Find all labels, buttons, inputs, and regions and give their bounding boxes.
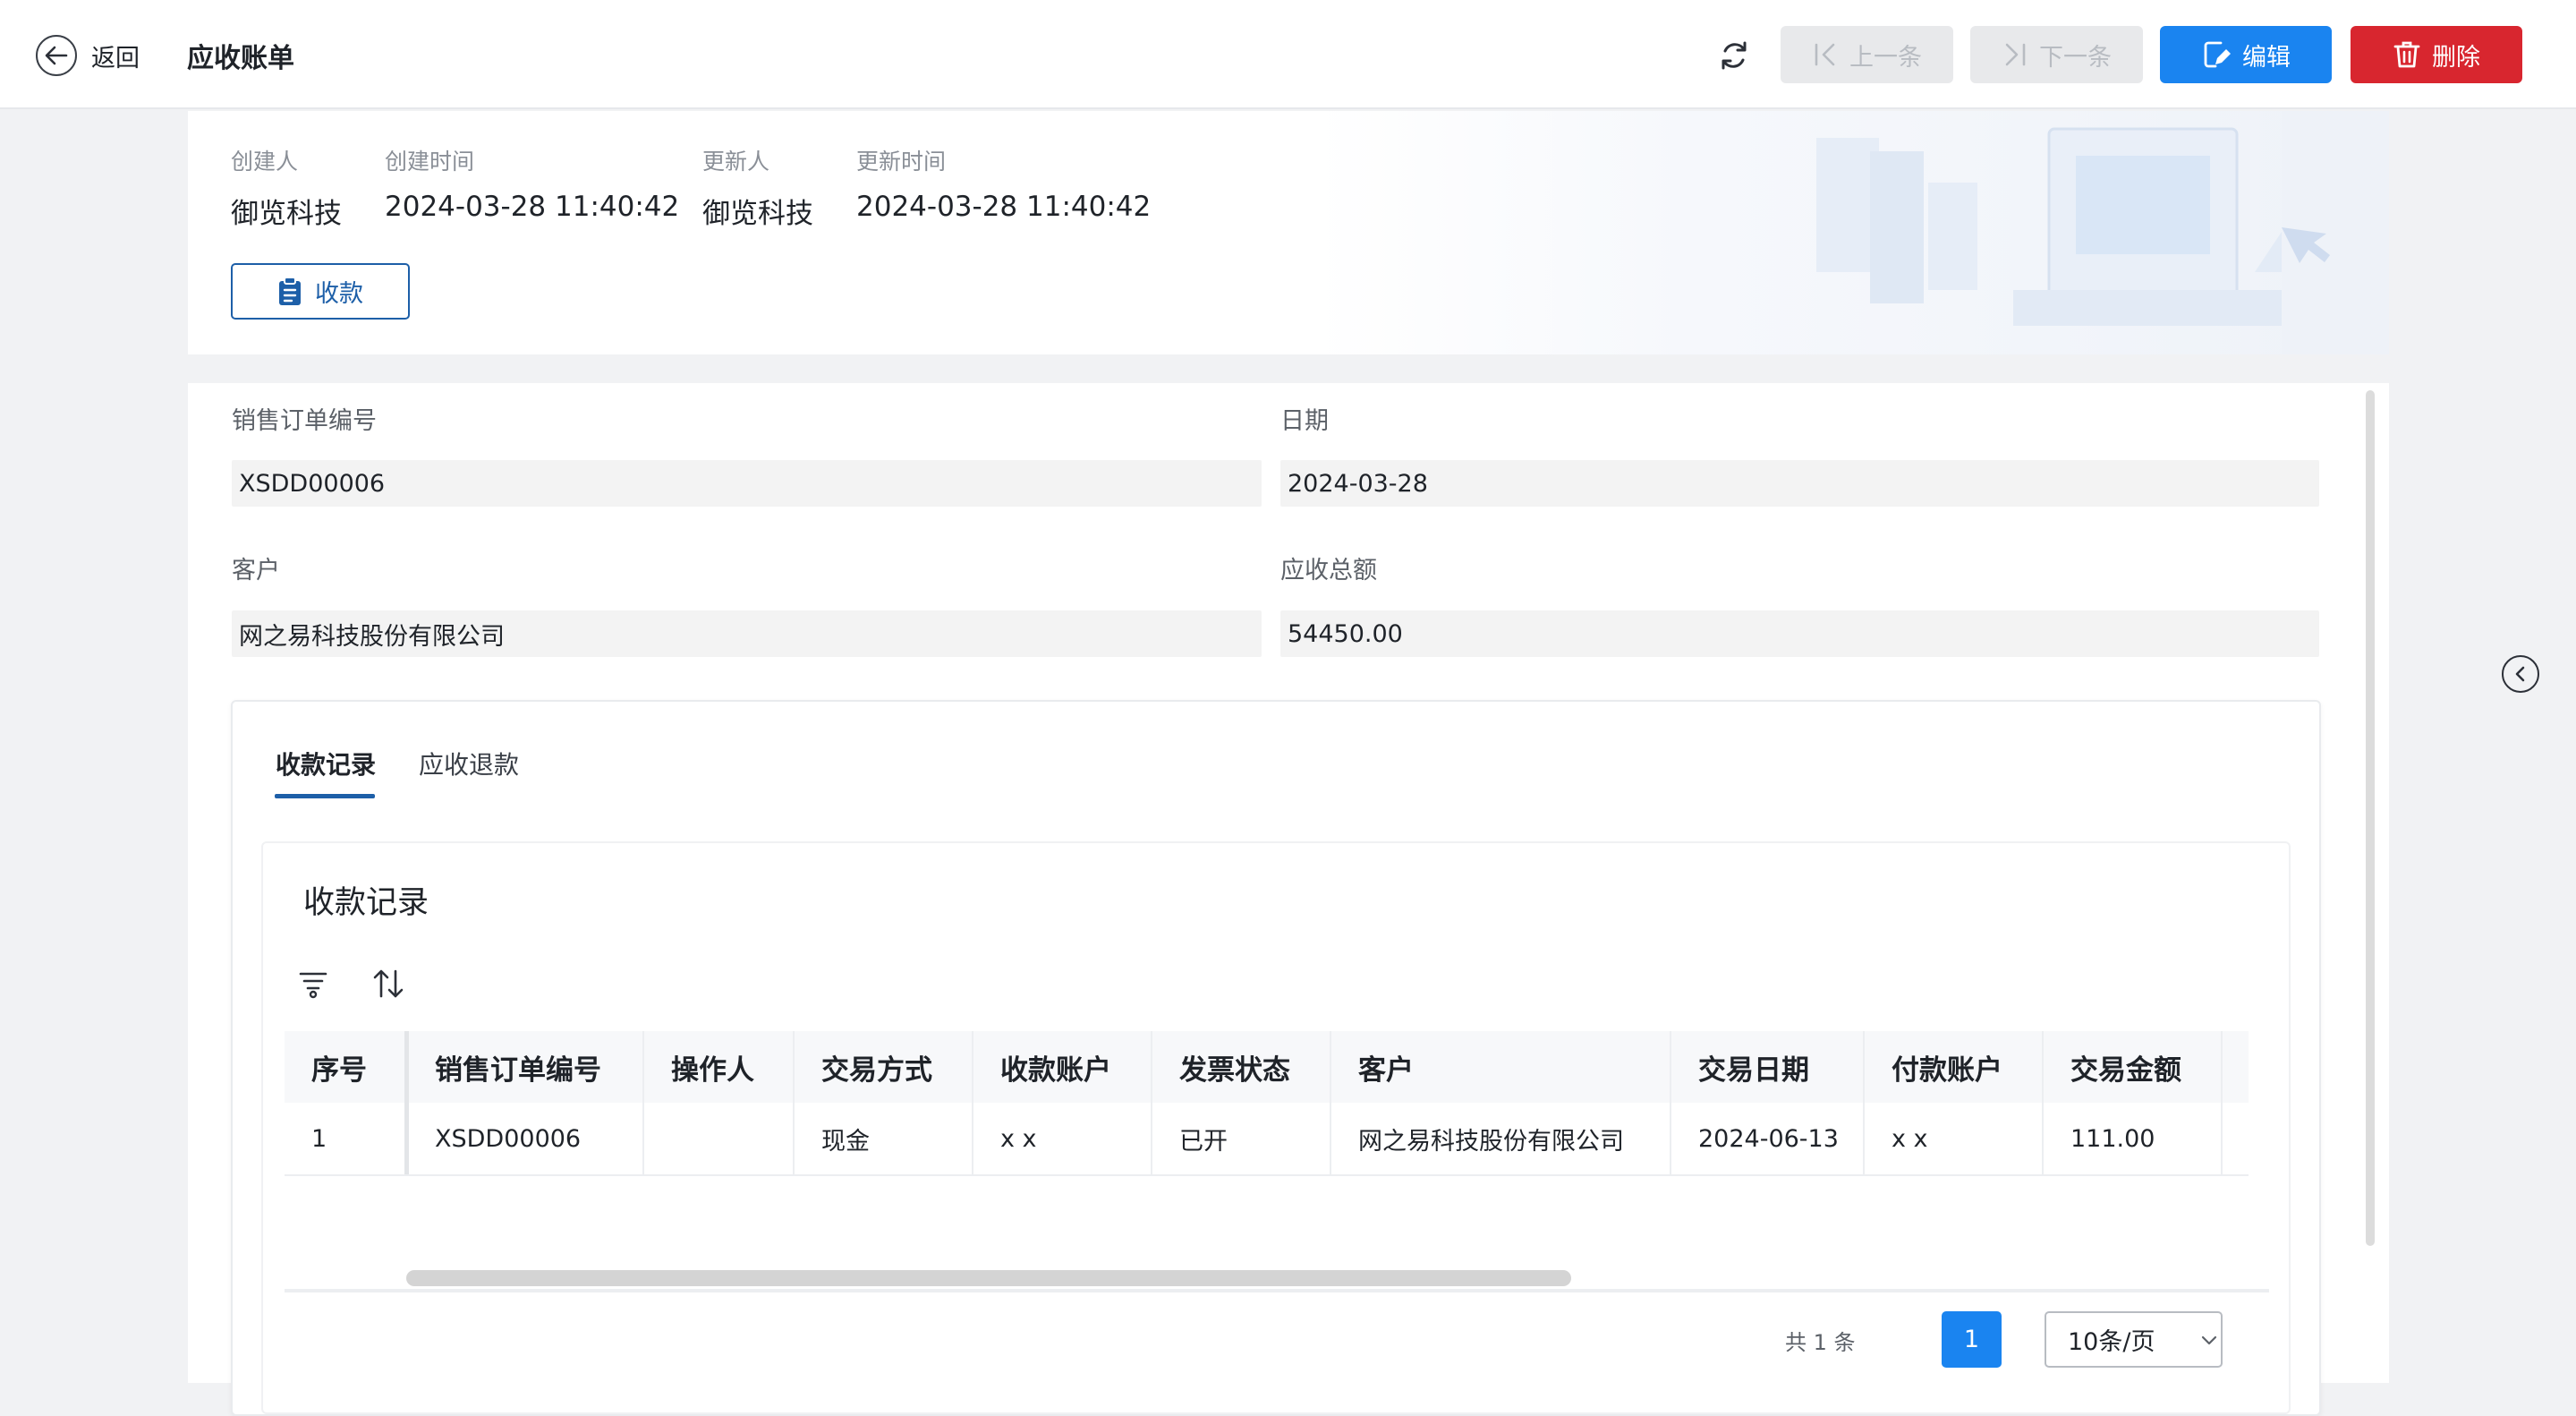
skip-back-icon — [1812, 41, 1839, 68]
date-label: 日期 — [1280, 407, 1329, 435]
active-tab-indicator — [275, 794, 375, 798]
table-cell: 现金 — [795, 1103, 973, 1174]
section-title: 收款记录 — [303, 885, 429, 921]
updated-time-label: 更新时间 — [856, 149, 947, 175]
column-header[interactable]: 付款账户 — [1865, 1031, 2044, 1103]
table-cell: x x — [1865, 1103, 2044, 1174]
table-header-row: 序号 销售订单编号 操作人 交易方式 收款账户 发票状态 客户 交易日期 付款账… — [285, 1031, 2249, 1103]
sort-button[interactable] — [369, 964, 408, 1003]
customer-field[interactable]: 网之易科技股份有限公司 — [232, 610, 1262, 657]
collect-payment-button[interactable]: 收款 — [231, 263, 410, 320]
customer-label: 客户 — [232, 557, 280, 584]
table-cell: 1 — [285, 1103, 408, 1174]
column-header[interactable]: 发票状态 — [1152, 1031, 1331, 1103]
total-field[interactable]: 54450.00 — [1280, 610, 2319, 657]
page-title: 应收账单 — [187, 43, 294, 74]
frozen-column-divider — [404, 1031, 409, 1174]
column-header[interactable]: 操作人 — [644, 1031, 795, 1103]
column-header[interactable]: 收款账户 — [973, 1031, 1152, 1103]
table-cell: XSDD00006 — [408, 1103, 644, 1174]
updated-time-value: 2024-03-28 11:40:42 — [856, 191, 1152, 223]
trash-icon — [2393, 39, 2421, 70]
column-header[interactable]: 交易方式 — [795, 1031, 973, 1103]
back-button[interactable]: 返回 — [36, 34, 140, 77]
column-header[interactable]: 交易金额 — [2044, 1031, 2223, 1103]
collection-records-table: 序号 销售订单编号 操作人 交易方式 收款账户 发票状态 客户 交易日期 付款账… — [285, 1031, 2249, 1176]
next-record-button[interactable]: 下一条 — [1970, 26, 2143, 83]
record-meta-card: 创建人 御览科技 创建时间 2024-03-28 11:40:42 更新人 御览… — [188, 111, 2389, 354]
chevron-left-icon — [2513, 665, 2528, 683]
horizontal-scrollbar[interactable] — [406, 1270, 1571, 1286]
order-no-field[interactable]: XSDD00006 — [232, 460, 1262, 507]
next-record-label: 下一条 — [2039, 43, 2112, 72]
table-bottom-divider — [285, 1289, 2269, 1292]
column-header[interactable]: 销售订单编号 — [408, 1031, 644, 1103]
chevron-down-icon — [2201, 1335, 2217, 1345]
back-label: 返回 — [91, 44, 140, 73]
date-field[interactable]: 2024-03-28 — [1280, 460, 2319, 507]
page-size-select[interactable]: 10条/页 — [2045, 1311, 2223, 1368]
created-time-label: 创建时间 — [385, 149, 475, 175]
column-header[interactable]: 序号 — [285, 1031, 408, 1103]
column-header[interactable]: 交易日期 — [1671, 1031, 1865, 1103]
tab-receivable-refunds[interactable]: 应收退款 — [419, 746, 519, 781]
collect-payment-label: 收款 — [315, 280, 363, 308]
edit-button[interactable]: 编辑 — [2160, 26, 2332, 83]
table-cell — [644, 1103, 795, 1174]
sort-icon — [371, 968, 405, 1000]
vertical-scrollbar[interactable] — [2366, 390, 2375, 1246]
clipboard-icon — [277, 276, 302, 307]
skip-forward-icon — [2002, 41, 2028, 68]
decorative-illustration — [1315, 111, 2389, 354]
edit-icon — [2201, 39, 2232, 70]
refresh-icon — [1717, 38, 1751, 73]
prev-record-button[interactable]: 上一条 — [1781, 26, 1953, 83]
arrow-left-icon — [36, 35, 77, 76]
creator-label: 创建人 — [231, 149, 299, 175]
updater-value: 御览科技 — [702, 198, 813, 230]
table-cell: 已开 — [1152, 1103, 1331, 1174]
table-cell: 网之易科技股份有限公司 — [1331, 1103, 1671, 1174]
creator-value: 御览科技 — [231, 198, 342, 230]
table-row[interactable]: 1 XSDD00006 现金 x x 已开 网之易科技股份有限公司 2024-0… — [285, 1103, 2249, 1176]
page-size-value: 10条/页 — [2068, 1328, 2155, 1356]
order-no-label: 销售订单编号 — [232, 407, 377, 435]
column-header[interactable]: 客户 — [1331, 1031, 1671, 1103]
table-cell: 111.00 — [2044, 1103, 2223, 1174]
total-count: 共 1 条 — [1785, 1330, 1856, 1355]
delete-button[interactable]: 删除 — [2351, 26, 2522, 83]
filter-icon — [297, 968, 329, 1000]
tab-collection-records[interactable]: 收款记录 — [276, 746, 376, 781]
created-time-value: 2024-03-28 11:40:42 — [385, 191, 680, 223]
updater-label: 更新人 — [702, 149, 770, 175]
collapse-panel-button[interactable] — [2502, 655, 2539, 693]
prev-record-label: 上一条 — [1849, 43, 1922, 72]
filter-button[interactable] — [293, 964, 333, 1003]
table-cell: 2024-06-13 — [1671, 1103, 1865, 1174]
total-label: 应收总额 — [1280, 557, 1377, 584]
page-1-button[interactable]: 1 — [1942, 1311, 2002, 1368]
delete-label: 删除 — [2432, 43, 2480, 72]
table-cell: x x — [973, 1103, 1152, 1174]
refresh-button[interactable] — [1713, 34, 1756, 77]
edit-label: 编辑 — [2242, 43, 2291, 72]
